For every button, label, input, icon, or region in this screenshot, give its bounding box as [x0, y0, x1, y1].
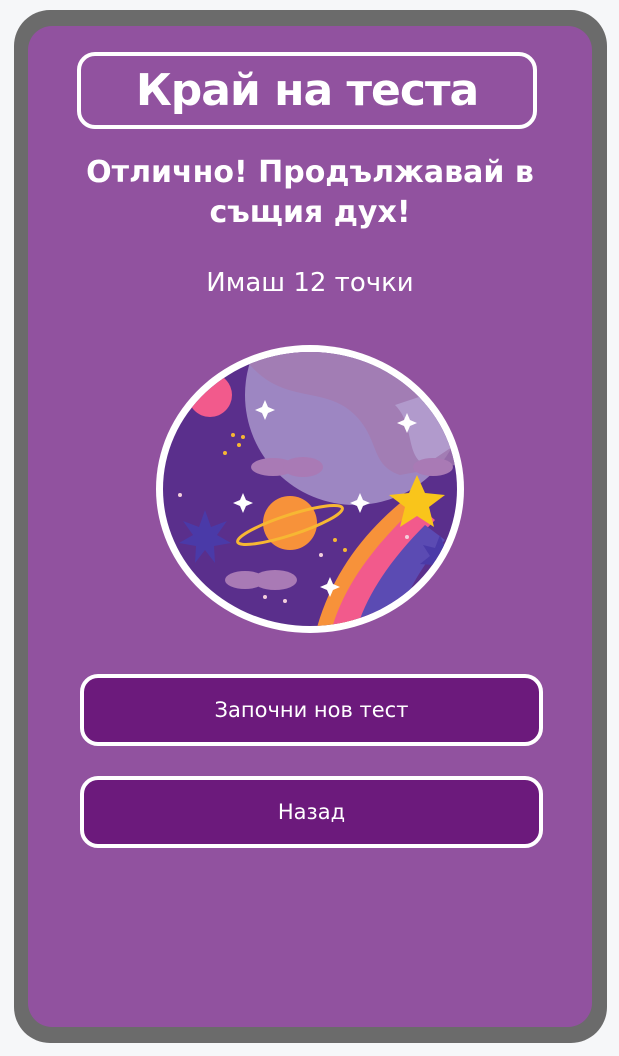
score-text: Имаш 12 точки — [206, 268, 414, 298]
back-button[interactable]: Назад — [80, 776, 543, 848]
result-message: Отлично! Продължавай в същия дух! — [86, 155, 534, 230]
page-title: Край на теста — [77, 52, 537, 129]
space-illustration — [156, 345, 464, 633]
new-test-button[interactable]: Започни нов тест — [80, 674, 543, 746]
